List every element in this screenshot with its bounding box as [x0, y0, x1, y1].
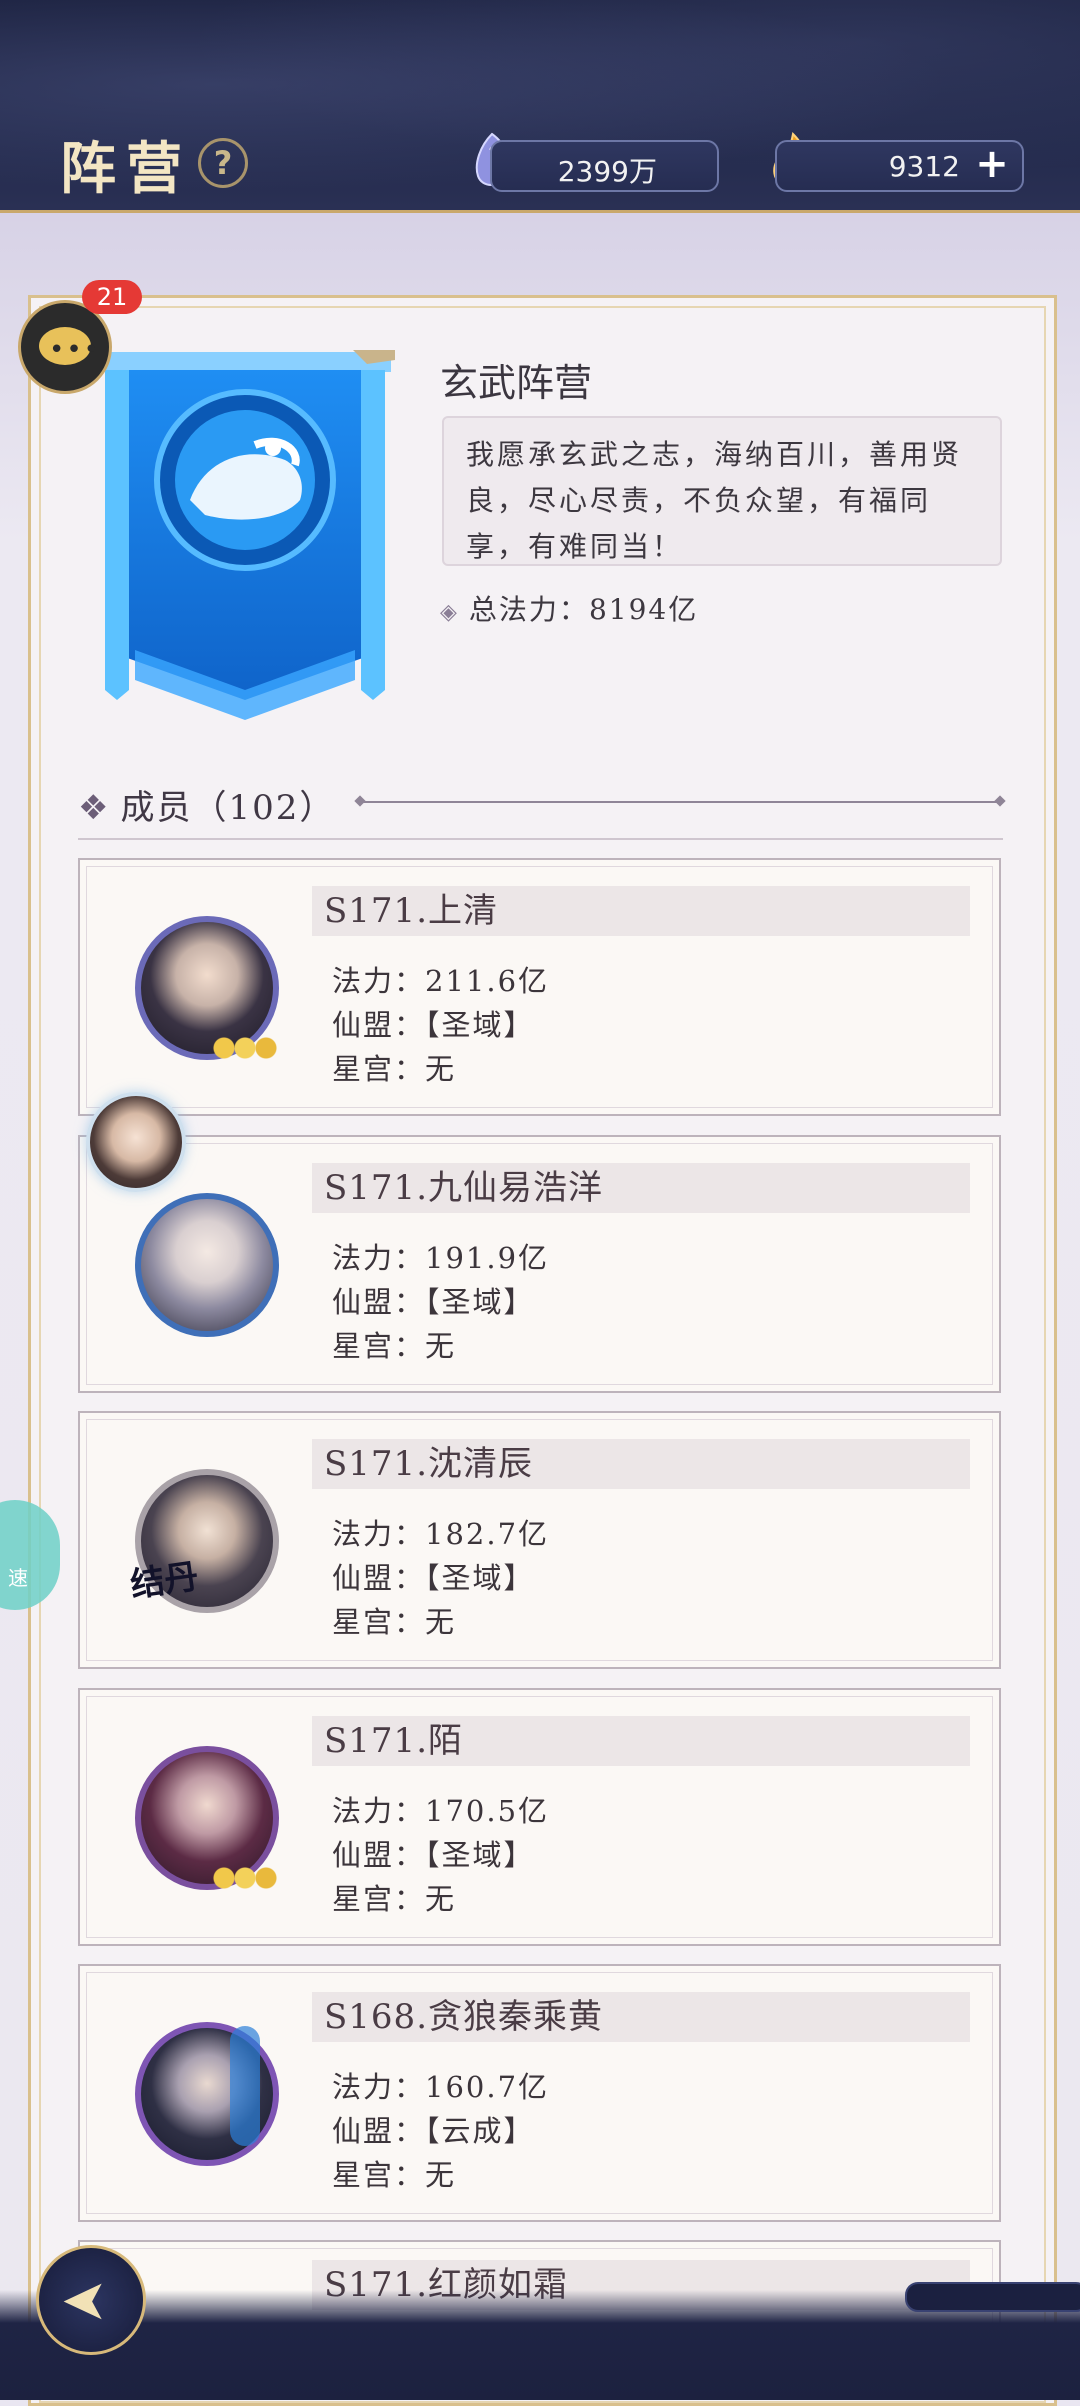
alliance-value: 【圣域】: [425, 1285, 535, 1319]
top-bar: 阵营 ? 2399万 9312 +: [0, 0, 1080, 213]
palace-value: 无: [425, 2158, 457, 2192]
member-avatar[interactable]: [135, 1193, 279, 1337]
palace-label: 星宫：: [332, 1882, 426, 1916]
avatar-tag: 结丹: [128, 1556, 201, 1606]
back-button[interactable]: ➤: [36, 2245, 146, 2355]
palace-label: 星宫：: [332, 2158, 426, 2192]
power-label: 法力：: [332, 2070, 426, 2104]
camp-total-power: ◈ 总法力：8194亿: [440, 588, 698, 628]
member-avatar[interactable]: [135, 2022, 279, 2166]
member-name: S171.九仙易浩洋: [312, 1163, 970, 1213]
alliance-label: 仙盟：: [332, 2114, 426, 2148]
member-name: S171.陌: [312, 1716, 970, 1766]
palace-label: 星宫：: [332, 1329, 426, 1363]
alliance-value: 【圣域】: [425, 1838, 535, 1872]
alliance-value: 【圣域】: [425, 1008, 535, 1042]
alliance-label: 仙盟：: [332, 1285, 426, 1319]
section-separator: [78, 838, 1003, 840]
power-label: 法力：: [332, 1517, 426, 1551]
palace-value: 无: [425, 1052, 457, 1086]
member-palace: 星宫：无: [332, 1599, 456, 1641]
member-alliance: 仙盟：【圣域】: [332, 1002, 535, 1044]
members-label: 成员（102）: [120, 788, 336, 828]
power-value: 191.9亿: [425, 1241, 550, 1275]
header-divider: [360, 801, 1000, 803]
member-card[interactable]: S171.上清 法力：211.6亿 仙盟：【圣域】 星宫：无: [78, 858, 1001, 1116]
member-alliance: 仙盟：【圣域】: [332, 1832, 535, 1874]
flower-decoration-icon: [210, 1860, 280, 1896]
help-button[interactable]: ?: [198, 138, 248, 188]
member-palace: 星宫：无: [332, 1046, 456, 1088]
alliance-value: 【云成】: [425, 2114, 535, 2148]
member-name: S168.贪狼秦乘黄: [312, 1992, 970, 2042]
camp-name: 玄武阵营: [440, 361, 593, 405]
power-value: 182.7亿: [425, 1517, 550, 1551]
member-avatar[interactable]: [135, 1746, 279, 1890]
currency-jade-value: 2399万: [557, 155, 657, 188]
member-palace: 星宫：无: [332, 1323, 456, 1365]
chat-button[interactable]: •••: [18, 300, 112, 394]
power-label: 法力：: [332, 964, 426, 998]
wave-decoration-icon: [230, 2026, 260, 2146]
alliance-label: 仙盟：: [332, 1838, 426, 1872]
member-power: 法力：170.5亿: [332, 1788, 549, 1830]
camp-motto: 我愿承玄武之志，海纳百川，善用贤良，尽心尽责，不负众望，有福同享，有难同当！: [442, 416, 1002, 566]
currency-flame-value: 9312: [888, 150, 960, 183]
power-value: 170.5亿: [425, 1794, 550, 1828]
add-currency-button[interactable]: +: [972, 144, 1012, 184]
currency-jade: 2399万: [490, 140, 719, 192]
power-value: 160.7亿: [425, 2070, 550, 2104]
alliance-label: 仙盟：: [332, 1561, 426, 1595]
member-palace: 星宫：无: [332, 2152, 456, 2194]
page-title: 阵营: [60, 136, 192, 202]
member-alliance: 仙盟：【圣域】: [332, 1279, 535, 1321]
member-avatar[interactable]: [135, 916, 279, 1060]
member-power: 法力：182.7亿: [332, 1511, 549, 1553]
member-name: S171.上清: [312, 886, 970, 936]
diamond-icon: ◈: [440, 600, 459, 625]
power-label: 法力：: [332, 1241, 426, 1275]
member-card[interactable]: S171.陌 法力：170.5亿 仙盟：【圣域】 星宫：无: [78, 1688, 1001, 1946]
member-alliance: 仙盟：【云成】: [332, 2108, 535, 2150]
alliance-value: 【圣域】: [425, 1561, 535, 1595]
power-value: 211.6亿: [425, 964, 550, 998]
palace-value: 无: [425, 1605, 457, 1639]
black-tortoise-emblem-icon: [101, 350, 395, 720]
floating-assistant-avatar[interactable]: [86, 1092, 186, 1192]
chat-dots-icon: •••: [49, 335, 102, 365]
member-card[interactable]: S168.贪狼秦乘黄 法力：160.7亿 仙盟：【云成】 星宫：无: [78, 1964, 1001, 2222]
member-power: 法力：211.6亿: [332, 958, 549, 1000]
member-card[interactable]: 结丹 S171.沈清辰 法力：182.7亿 仙盟：【圣域】 星宫：无: [78, 1411, 1001, 1669]
members-ornament-icon: ❖: [78, 788, 111, 828]
member-avatar[interactable]: [135, 1469, 279, 1613]
back-arrow-icon: ➤: [61, 2268, 108, 2333]
bottom-ornament: [905, 2282, 1080, 2312]
chat-unread-badge: 21: [82, 280, 142, 314]
alliance-label: 仙盟：: [332, 1008, 426, 1042]
flower-decoration-icon: [210, 1030, 280, 1066]
member-power: 法力：191.9亿: [332, 1235, 549, 1277]
total-power-value: 8194亿: [588, 593, 699, 626]
member-name: S171.沈清辰: [312, 1439, 970, 1489]
member-palace: 星宫：无: [332, 1876, 456, 1918]
member-power: 法力：160.7亿: [332, 2064, 549, 2106]
power-label: 法力：: [332, 1794, 426, 1828]
member-alliance: 仙盟：【圣域】: [332, 1555, 535, 1597]
palace-value: 无: [425, 1329, 457, 1363]
currency-flame: 9312 +: [775, 140, 1024, 192]
palace-value: 无: [425, 1882, 457, 1916]
palace-label: 星宫：: [332, 1052, 426, 1086]
speed-label: 速: [8, 1566, 28, 1590]
total-power-label: 总法力：: [468, 593, 589, 626]
palace-label: 星宫：: [332, 1605, 426, 1639]
member-card[interactable]: S171.九仙易浩洋 法力：191.9亿 仙盟：【圣域】 星宫：无: [78, 1135, 1001, 1393]
members-header: ❖ 成员（102）: [78, 780, 335, 829]
